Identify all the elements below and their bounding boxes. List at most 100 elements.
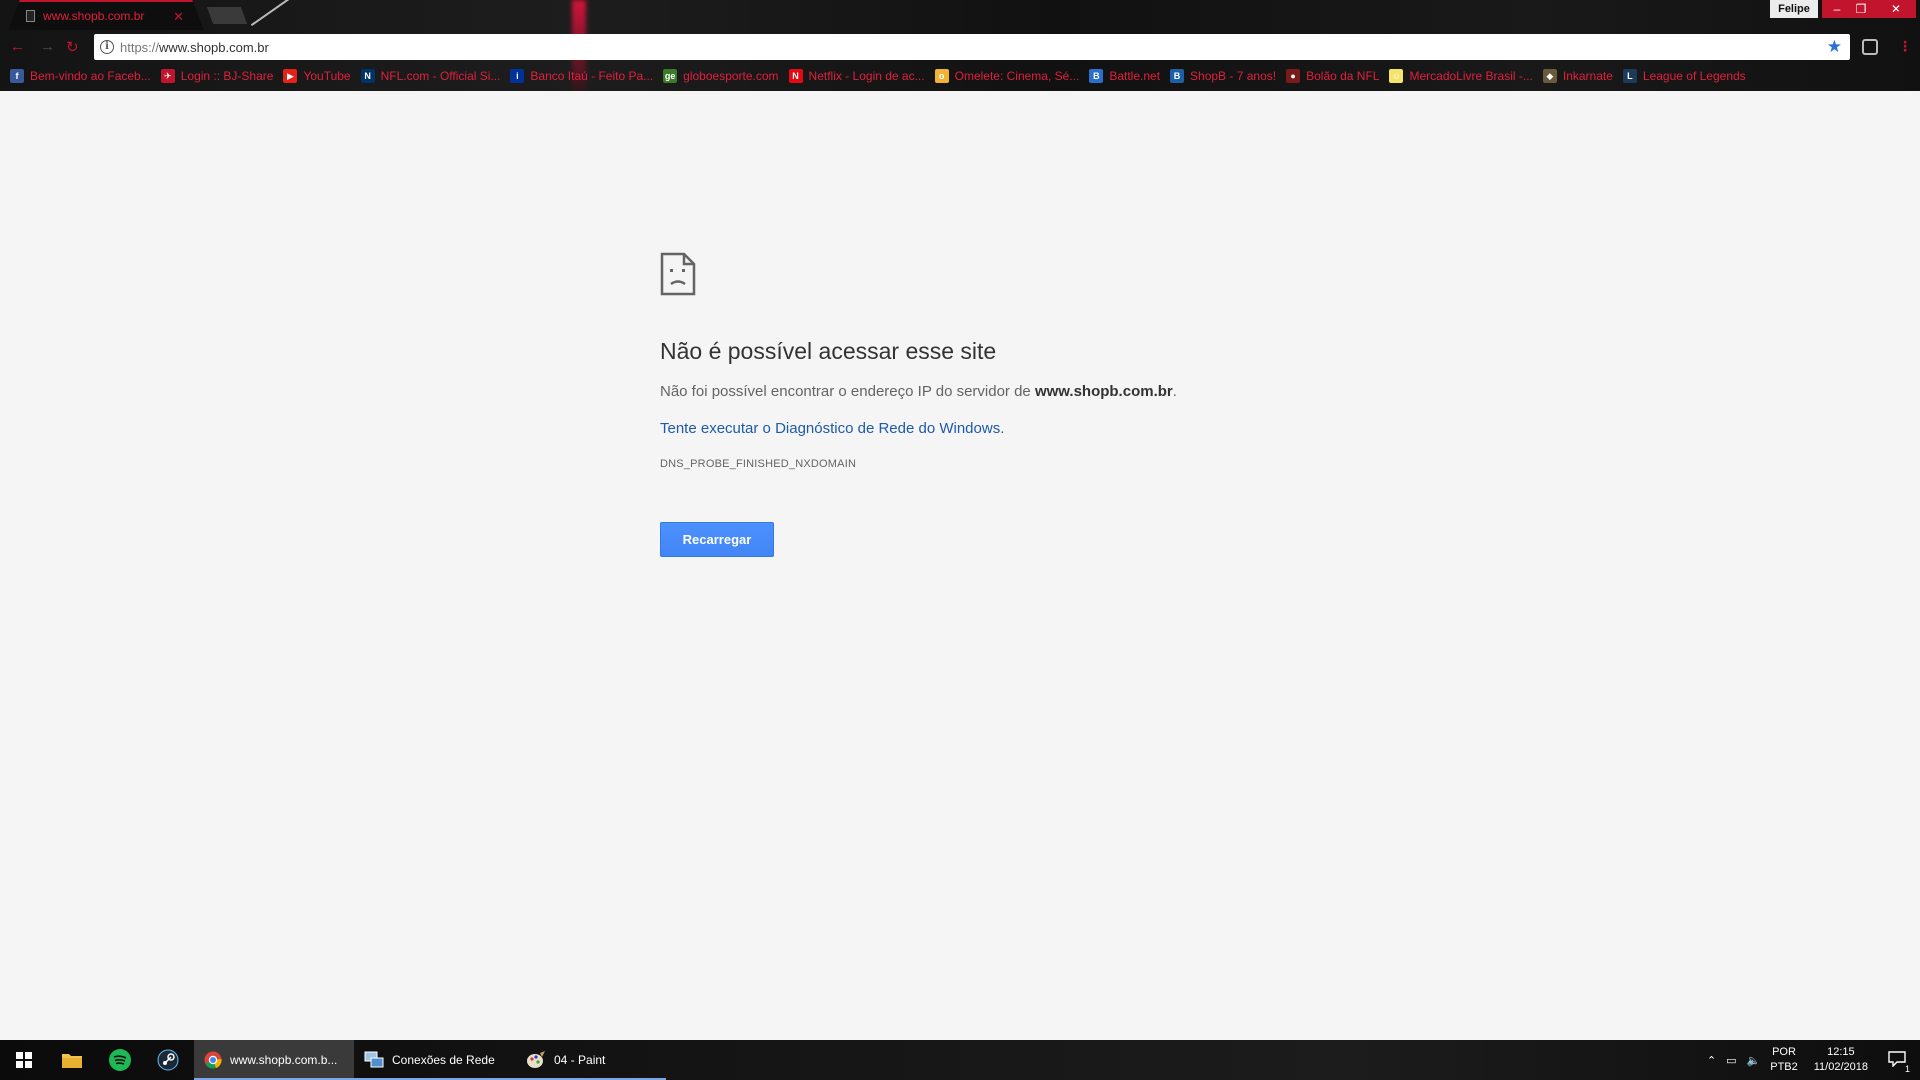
itau-icon: i xyxy=(510,69,525,83)
nfl-icon: N xyxy=(360,69,375,83)
battlenet-icon: B xyxy=(1089,69,1104,83)
file-explorer-button[interactable] xyxy=(48,1040,96,1080)
omelete-icon: o xyxy=(934,69,949,83)
bookmark-item[interactable]: i Banco Itaú - Feito Pa... xyxy=(510,69,653,83)
bookmark-item[interactable]: ge globoesporte.com xyxy=(663,69,779,83)
netflix-icon: N xyxy=(788,69,803,83)
inkarnate-icon: ◆ xyxy=(1542,69,1557,83)
bookmark-label: ShopB - 7 anos! xyxy=(1190,69,1277,83)
steam-icon xyxy=(157,1049,179,1071)
network-connections-icon xyxy=(364,1051,384,1069)
bookmark-label: Inkarnate xyxy=(1562,69,1613,83)
tab-title: www.shopb.com.br xyxy=(43,9,145,23)
volume-icon[interactable]: 🔈 xyxy=(1747,1054,1761,1067)
taskbar-app-label: www.shopb.com.b... xyxy=(230,1053,338,1067)
steam-button[interactable] xyxy=(144,1040,192,1080)
menu-icon[interactable]: ⋮ xyxy=(1898,38,1912,55)
error-description: Não foi possível encontrar o endereço IP… xyxy=(660,383,1300,400)
taskbar-app[interactable]: Conexões de Rede xyxy=(354,1040,516,1080)
spotify-icon xyxy=(109,1049,131,1071)
bookmark-label: YouTube xyxy=(303,69,351,83)
chrome-icon xyxy=(204,1051,222,1069)
bookmark-label: Banco Itaú - Feito Pa... xyxy=(530,69,654,83)
bookmark-item[interactable]: ◆ Inkarnate xyxy=(1542,69,1613,83)
youtube-icon: ▶ xyxy=(283,69,298,83)
bookmark-item[interactable]: ✈ Login :: BJ-Share xyxy=(160,69,274,83)
paint-icon xyxy=(526,1051,546,1069)
mercadolivre-icon: ☺ xyxy=(1389,69,1404,83)
bookmark-label: Login :: BJ-Share xyxy=(180,69,274,83)
bookmark-item[interactable]: ☺ MercadoLivre Brasil -... xyxy=(1389,69,1533,83)
bookmarks-overflow-icon[interactable]: » xyxy=(1897,2,1904,16)
bookmark-item[interactable]: N NFL.com - Official Si... xyxy=(360,69,501,83)
clock-time: 12:15 xyxy=(1827,1046,1855,1058)
bookmark-label: Bem-vindo ao Faceb... xyxy=(30,69,151,83)
bookmark-item[interactable]: o Omelete: Cinema, Sé... xyxy=(934,69,1080,83)
network-icon[interactable]: ▭ xyxy=(1726,1054,1736,1067)
bookmark-item[interactable]: N Netflix - Login de ac... xyxy=(788,69,925,83)
bookmarks-bar: f Bem-vindo ao Faceb... ✈ Login :: BJ-Share… xyxy=(0,66,1920,86)
start-button[interactable] xyxy=(0,1040,48,1080)
taskbar-app-label: Conexões de Rede xyxy=(392,1053,495,1067)
new-tab-button[interactable] xyxy=(206,7,248,24)
bookmark-item[interactable]: L League of Legends xyxy=(1622,69,1746,83)
taskbar-apps: www.shopb.com.b... Conexões de Rede 04 - P… xyxy=(194,1040,666,1080)
profile-button[interactable]: Felipe xyxy=(1770,0,1818,18)
bookmark-item[interactable]: B ShopB - 7 anos! xyxy=(1170,69,1276,83)
back-arrow-icon[interactable]: ← xyxy=(10,38,25,55)
shopb-icon: B xyxy=(1170,69,1185,83)
lol-icon: L xyxy=(1622,69,1637,83)
system-tray: ⌃ ▭ 🔈 POR PTB2 12:15 11/02/2018 1 xyxy=(1707,1040,1920,1080)
url-text[interactable]: https://www.shopb.com.br xyxy=(120,40,269,55)
network-diagnostics-link[interactable]: Tente executar o Diagnóstico de Rede do … xyxy=(660,420,1004,437)
extension-icon[interactable] xyxy=(1862,39,1878,55)
show-hidden-icons-icon[interactable]: ⌃ xyxy=(1707,1054,1716,1067)
bookmark-item[interactable]: B Battle.net xyxy=(1089,69,1160,83)
bookmark-label: League of Legends xyxy=(1642,69,1746,83)
tab-active[interactable]: www.shopb.com.br ✕ xyxy=(8,0,204,30)
taskbar-app[interactable]: 04 - Paint xyxy=(516,1040,666,1080)
bookmark-star-icon[interactable]: ★ xyxy=(1827,37,1842,57)
address-bar[interactable]: i https://www.shopb.com.br ★ xyxy=(94,34,1850,60)
action-center-button[interactable]: 1 xyxy=(1888,1050,1910,1074)
site-info-icon[interactable]: i xyxy=(100,40,114,54)
error-desc-suffix: . xyxy=(1172,383,1177,400)
notification-count: 1 xyxy=(1904,1063,1910,1074)
taskbar: www.shopb.com.b... Conexões de Rede 04 - P… xyxy=(0,1040,1920,1080)
error-desc-host: www.shopb.com.br xyxy=(1034,383,1173,400)
reload-icon[interactable]: ↻ xyxy=(66,38,79,56)
bookmark-label: Omelete: Cinema, Sé... xyxy=(954,69,1080,83)
toolbar: ← → ↻ i https://www.shopb.com.br ★ ⋮ xyxy=(0,32,1920,62)
windows-logo-icon xyxy=(16,1052,32,1068)
forward-arrow-icon[interactable]: → xyxy=(40,38,55,55)
reload-button[interactable]: Recarregar xyxy=(660,522,774,557)
bookmark-label: Netflix - Login de ac... xyxy=(808,69,925,83)
bookmark-label: NFL.com - Official Si... xyxy=(380,69,501,83)
bj-share-icon: ✈ xyxy=(160,69,175,83)
tab-close-icon[interactable]: ✕ xyxy=(173,9,184,25)
bookmark-label: Bolão da NFL xyxy=(1306,69,1380,83)
bolao-icon: ● xyxy=(1286,69,1301,83)
error-code: DNS_PROBE_FINISHED_NXDOMAIN xyxy=(660,458,857,470)
bookmark-label: globoesporte.com xyxy=(683,69,779,83)
bookmark-item[interactable]: ● Bolão da NFL xyxy=(1286,69,1379,83)
close-window-button[interactable]: ✕ xyxy=(1876,0,1916,18)
error-block: Não é possível acessar esse site Não foi… xyxy=(660,252,1300,557)
language-indicator[interactable]: POR PTB2 xyxy=(1770,1045,1798,1075)
sad-document-icon xyxy=(660,252,696,296)
language-code: POR xyxy=(1772,1046,1796,1058)
bookmark-label: MercadoLivre Brasil -... xyxy=(1409,69,1533,83)
facebook-icon: f xyxy=(10,69,24,83)
clock-date: 11/02/2018 xyxy=(1813,1061,1868,1073)
spotify-button[interactable] xyxy=(96,1040,144,1080)
globoesporte-icon: ge xyxy=(663,69,678,83)
error-desc-prefix: Não foi possível encontrar o endereço IP… xyxy=(660,383,1035,400)
maximize-button[interactable]: ❐ xyxy=(1846,0,1876,18)
bookmark-item[interactable]: f Bem-vindo ao Faceb... xyxy=(10,69,151,83)
error-title: Não é possível acessar esse site xyxy=(660,338,997,364)
taskbar-app[interactable]: www.shopb.com.b... xyxy=(194,1040,354,1080)
bookmark-item[interactable]: ▶ YouTube xyxy=(283,69,351,83)
notification-icon xyxy=(1888,1050,1906,1068)
clock[interactable]: 12:15 11/02/2018 xyxy=(1814,1045,1868,1075)
page-icon xyxy=(26,10,35,22)
